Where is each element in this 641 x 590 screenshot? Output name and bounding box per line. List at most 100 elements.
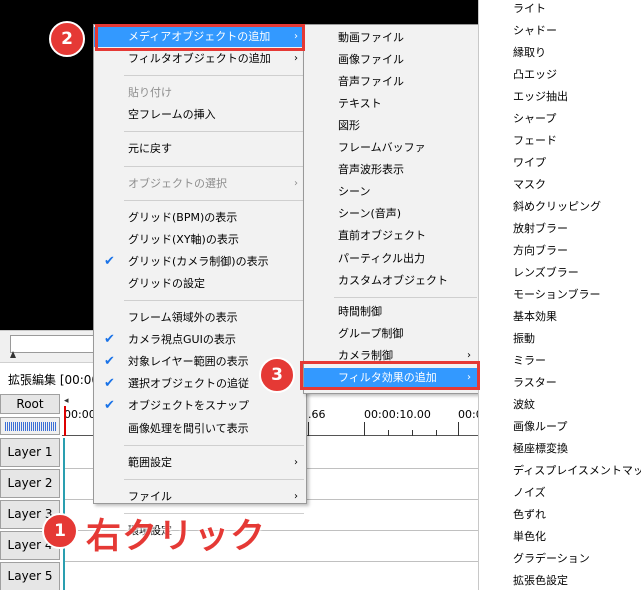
meter-bar (51, 422, 52, 431)
filter-menu-item[interactable]: エッジ抽出 (479, 87, 641, 107)
check-icon: ✔ (104, 354, 115, 370)
media-menu-item-label: 動画ファイル (338, 31, 404, 44)
filter-menu-item[interactable]: 波紋 (479, 395, 641, 415)
context-menu-item-label: 選択オブジェクトの追従 (128, 377, 249, 391)
filter-menu-item[interactable]: ワイプ (479, 153, 641, 173)
context-menu-item[interactable]: グリッドの設定 (94, 274, 306, 294)
meter-bar (47, 422, 48, 431)
root-button[interactable]: Root (0, 394, 60, 414)
filter-menu-item[interactable]: 画像ループ (479, 417, 641, 437)
filter-menu-item[interactable]: ライト (479, 0, 641, 19)
context-menu-item-label: 空フレームの挿入 (128, 108, 216, 122)
layer-row[interactable]: Layer 5 (0, 562, 478, 590)
filter-menu-item[interactable]: 極座標変換 (479, 439, 641, 459)
check-icon: ✔ (104, 376, 115, 392)
scroll-left-icon[interactable]: ◂ (64, 396, 69, 406)
context-menu-item-label: グリッド(カメラ制御)の表示 (128, 254, 269, 268)
context-menu-item[interactable]: 画像処理を間引いて表示 (94, 419, 306, 439)
context-menu-item[interactable]: ✔ オブジェクトをスナップ (94, 396, 306, 416)
meter-bar (25, 422, 26, 431)
filter-menu-item[interactable]: シャープ (479, 109, 641, 129)
media-menu-item[interactable]: パーティクル出力 (304, 249, 479, 269)
highlight-filter-effect (300, 361, 480, 390)
media-menu-item[interactable]: テキスト (304, 94, 479, 114)
media-menu-item[interactable]: シーン(音声) (304, 204, 479, 224)
media-menu-item[interactable]: フレームバッファ (304, 138, 479, 158)
check-icon: ✔ (104, 253, 115, 269)
context-menu-item: 貼り付け (94, 83, 306, 103)
media-menu-item[interactable]: カスタムオブジェクト (304, 271, 479, 291)
filter-menu-item[interactable]: シャドー (479, 21, 641, 41)
filter-menu-item[interactable]: 斜めクリッピング (479, 197, 641, 217)
filter-menu-item[interactable]: マスク (479, 175, 641, 195)
menu-separator (124, 165, 304, 167)
media-menu-item[interactable]: 音声波形表示 (304, 160, 479, 180)
context-menu-item[interactable]: ファイル › (94, 487, 306, 507)
context-menu-item-label: カメラ視点GUIの表示 (128, 333, 236, 347)
media-menu-item[interactable]: グループ制御 (304, 324, 479, 344)
step-3-badge: 3 (259, 357, 295, 393)
menu-separator (334, 296, 477, 298)
media-menu-item[interactable]: 音声ファイル (304, 72, 479, 92)
layer-button[interactable]: Layer 1 (0, 438, 60, 467)
context-menu-item[interactable]: 範囲設定 › (94, 453, 306, 473)
context-menu-item-label: グリッド(BPM)の表示 (128, 210, 238, 224)
filter-menu-item[interactable]: 色ずれ (479, 505, 641, 525)
meter-bar (41, 422, 42, 431)
context-menu-item-label: 画像処理を間引いて表示 (128, 421, 249, 435)
meter-bar (49, 422, 50, 431)
meter-bar (5, 422, 6, 431)
context-menu-item-label: フレーム領域外の表示 (128, 311, 238, 324)
filter-menu-item[interactable]: グラデーション (479, 549, 641, 569)
context-menu-item[interactable]: ✔ カメラ視点GUIの表示 (94, 330, 306, 350)
filter-menu-item-label: 基本効果 (513, 310, 557, 323)
context-menu-item[interactable]: ✔ グリッド(カメラ制御)の表示 (94, 252, 306, 272)
filter-menu-item[interactable]: ノイズ (479, 483, 641, 503)
filter-menu-item-label: 斜めクリッピング (513, 200, 601, 213)
layer-button[interactable]: Layer 5 (0, 562, 60, 590)
filter-menu-item[interactable]: 放射ブラー (479, 219, 641, 239)
context-menu-item-label: ファイル (128, 489, 172, 503)
media-menu-item-label: カメラ制御 (338, 348, 393, 362)
playhead-marker[interactable] (64, 406, 66, 436)
media-menu-item[interactable]: シーン (304, 182, 479, 202)
context-menu-item[interactable]: グリッド(BPM)の表示 (94, 208, 306, 228)
context-menu-item[interactable]: 元に戻す (94, 139, 306, 159)
filter-menu-item[interactable]: 縁取り (479, 43, 641, 63)
filter-menu-item[interactable]: 凸エッジ (479, 65, 641, 85)
audio-meter (0, 417, 60, 435)
media-menu-item[interactable]: 図形 (304, 116, 479, 136)
media-menu-item[interactable]: 直前オブジェクト (304, 226, 479, 246)
media-menu-item-label: 画像ファイル (338, 53, 404, 67)
media-object-submenu: 動画ファイル 画像ファイル 音声ファイルテキスト 図形 フレームバッファ 音声波形表示 シー… (303, 24, 480, 394)
filter-menu-item[interactable]: フェード (479, 131, 641, 151)
filter-menu-item[interactable]: 方向ブラー (479, 241, 641, 261)
menu-separator (124, 444, 304, 446)
media-menu-item[interactable]: 動画ファイル (304, 28, 479, 48)
layer-button[interactable]: Layer 2 (0, 469, 60, 498)
meter-bar (29, 422, 30, 431)
media-menu-item[interactable]: 時間制御 (304, 302, 479, 322)
filter-menu-item[interactable]: モーションブラー (479, 285, 641, 305)
context-menu-item[interactable]: フィルタオブジェクトの追加 › (94, 49, 306, 69)
filter-menu-item[interactable]: ディスプレイスメントマップ (479, 461, 641, 481)
filter-menu-item[interactable]: レンズブラー (479, 263, 641, 283)
filter-menu-item[interactable]: ミラー (479, 351, 641, 371)
media-menu-item-label: 音声ファイル (338, 75, 404, 89)
filter-menu-item-label: シャープ (513, 112, 557, 125)
context-menu: メディアオブジェクトの追加 › フィルタオブジェクトの追加 › 貼り付け 空フレームの挿入… (93, 24, 307, 537)
filter-menu-item-label: 画像ループ (513, 420, 568, 433)
filter-menu-item[interactable]: 単色化 (479, 527, 641, 547)
filter-menu-item-label: ラスター (513, 376, 557, 389)
filter-menu-item[interactable]: ラスター (479, 373, 641, 393)
media-menu-item[interactable]: 画像ファイル (304, 50, 479, 70)
context-menu-item[interactable]: フレーム領域外の表示 (94, 308, 306, 328)
media-menu-item-label: 時間制御 (338, 304, 382, 318)
filter-menu-item[interactable]: 拡張色設定 (479, 571, 641, 590)
context-menu-item[interactable]: グリッド(XY軸)の表示 (94, 230, 306, 250)
step-2-badge: 2 (49, 21, 85, 57)
context-menu-item[interactable]: 空フレームの挿入 (94, 105, 306, 125)
filter-menu-item[interactable]: 基本効果 (479, 307, 641, 327)
filter-menu-item[interactable]: 振動 (479, 329, 641, 349)
check-icon: ✔ (104, 332, 115, 348)
